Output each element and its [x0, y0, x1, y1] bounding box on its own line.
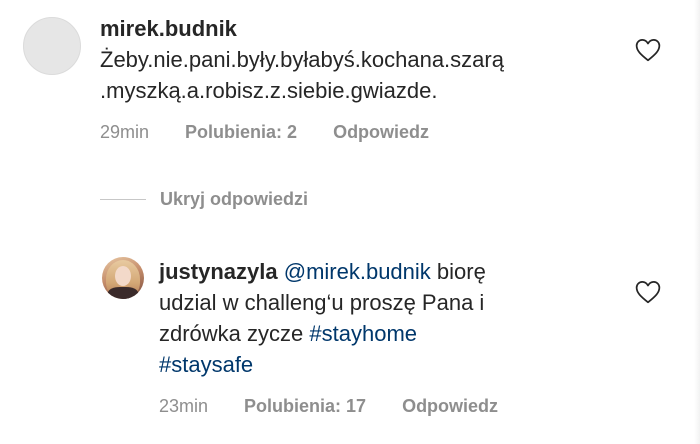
avatar-face	[115, 266, 131, 286]
heart-icon[interactable]	[635, 280, 661, 304]
comment-time: 23min	[159, 396, 209, 416]
hashtag-link-staysafe[interactable]: #staysafe	[159, 352, 253, 377]
comment-meta-1: 29min Polubienia: 2 Odpowiedz	[100, 122, 465, 143]
comment-text-part: zdrówka zycze	[159, 321, 310, 346]
comment-body-1: mirek.budnik Żeby.nie.pani.były.byłabyś.…	[100, 13, 504, 106]
comment-meta-2: 23min Polubienia: 17 Odpowiedz	[159, 396, 534, 417]
heart-icon[interactable]	[635, 38, 661, 62]
avatar-mirek-budnik[interactable]	[23, 17, 81, 75]
reply-button[interactable]: Odpowiedz	[333, 122, 429, 143]
hide-replies-toggle[interactable]: Ukryj odpowiedzi	[100, 189, 308, 210]
comment-username[interactable]: mirek.budnik	[100, 16, 237, 41]
hashtag-link-stayhome[interactable]: #stayhome	[309, 321, 417, 346]
comment-time: 29min	[100, 122, 150, 142]
reply-button[interactable]: Odpowiedz	[402, 396, 498, 417]
likes-count-button[interactable]: Polubienia: 2	[185, 122, 297, 143]
scrollbar-track	[694, 0, 700, 444]
avatar-justynazyla[interactable]	[102, 257, 144, 299]
likes-count-button[interactable]: Polubienia: 17	[244, 396, 366, 417]
comment-text-line: Żeby.nie.pani.były.byłabyś.kochana.szarą	[100, 47, 504, 72]
comment-text-part: biorę	[430, 259, 486, 284]
comment-body-2: justynazyla @mirek.budnik biorę udzial w…	[159, 256, 486, 380]
comment-username[interactable]: justynazyla	[159, 259, 278, 284]
comment-text-line: udzial w challeng‘u proszę Pana i	[159, 290, 485, 315]
replies-divider	[100, 199, 146, 200]
comment-text-line: .myszką.a.robisz.z.siebie.gwiazde.	[100, 78, 438, 103]
mention-link[interactable]: @mirek.budnik	[284, 259, 431, 284]
avatar-shirt	[108, 287, 138, 299]
hide-replies-label[interactable]: Ukryj odpowiedzi	[160, 189, 308, 210]
